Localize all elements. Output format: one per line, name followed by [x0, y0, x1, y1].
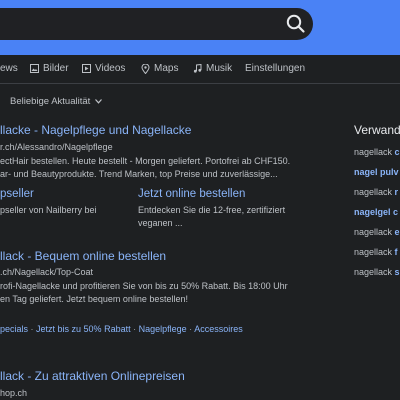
music-note-icon [193, 64, 202, 73]
result-quick-links: pecials · Jetzt bis zu 50% Rabatt · Nage… [0, 324, 243, 334]
sitelink-desc: pseller von Nailberry bei [0, 205, 97, 215]
quick-link[interactable]: Accessoires [194, 324, 243, 334]
tab-news[interactable]: ews [0, 63, 18, 74]
result-title[interactable]: llacke - Nagelpflege und Nagellacke [0, 123, 191, 137]
quick-link[interactable]: Nagelpflege [139, 324, 187, 334]
search-icon [286, 14, 305, 33]
sitelink-title[interactable]: Jetzt online bestellen [138, 188, 245, 200]
search-input[interactable] [0, 8, 313, 40]
related-search-item[interactable]: nagellack f [354, 247, 398, 257]
result-snippet-line: ar- und Beautyprodukte. Trend Marken, to… [0, 169, 278, 179]
related-search-item[interactable]: nagellack c [354, 147, 400, 157]
search-tabs: ews Bilder Videos Maps Musik Einstellung… [0, 55, 400, 84]
recency-filter-label: Beliebige Aktualität [10, 96, 91, 107]
related-search-item[interactable]: nagellack r [354, 187, 398, 197]
sitelink-desc: Entdecken Sie die 12-free, zertifiziert [138, 205, 286, 215]
search-button[interactable] [285, 13, 307, 35]
tab-images[interactable]: Bilder [30, 63, 69, 74]
image-icon [30, 64, 39, 73]
tab-videos[interactable]: Videos [82, 63, 125, 74]
tab-news-label: ews [0, 63, 18, 74]
result-url: r.ch/Alessandro/Nagelpflege [0, 142, 113, 152]
sitelink-title[interactable]: pseller [0, 188, 34, 200]
tab-settings-label: Einstellungen [245, 63, 306, 74]
search-header [0, 0, 400, 55]
video-icon [82, 64, 91, 73]
result-title[interactable]: llack - Zu attraktiven Onlinepreisen [0, 369, 185, 383]
result-url: .ch/Nagellack/Top-Coat [0, 267, 94, 277]
related-searches-title: Verwand [354, 123, 400, 137]
recency-filter[interactable]: Beliebige Aktualität [10, 96, 103, 107]
quick-link[interactable]: Jetzt bis zu 50% Rabatt [36, 324, 131, 334]
tab-settings[interactable]: Einstellungen [245, 63, 305, 74]
result-snippet-line: en Tag geliefert. Jetzt bequem online be… [0, 294, 188, 304]
related-search-item[interactable]: nagellack s [354, 267, 400, 277]
related-search-item[interactable]: nagellack e [354, 227, 400, 237]
result-snippet-line: ectHair bestellen. Heute bestellt - Morg… [0, 156, 291, 166]
result-url: hop.ch [0, 388, 28, 398]
result-snippet-line: rofi-Nagellacke und profitieren Sie von … [0, 281, 288, 291]
tab-videos-label: Videos [95, 63, 126, 74]
sitelink-desc: veganen ... [138, 218, 183, 228]
result-title[interactable]: llack - Bequem online bestellen [0, 249, 166, 263]
tab-images-label: Bilder [43, 63, 69, 74]
tab-maps[interactable]: Maps [141, 63, 178, 74]
related-search-item[interactable]: nagelgel c [354, 207, 398, 217]
quick-link[interactable]: pecials [0, 324, 28, 334]
tab-music[interactable]: Musik [193, 63, 232, 74]
map-pin-icon [141, 63, 150, 74]
chevron-down-icon [95, 99, 103, 104]
tab-music-label: Musik [206, 63, 233, 74]
tab-maps-label: Maps [154, 63, 179, 74]
related-search-item[interactable]: nagel pulv [354, 167, 399, 177]
